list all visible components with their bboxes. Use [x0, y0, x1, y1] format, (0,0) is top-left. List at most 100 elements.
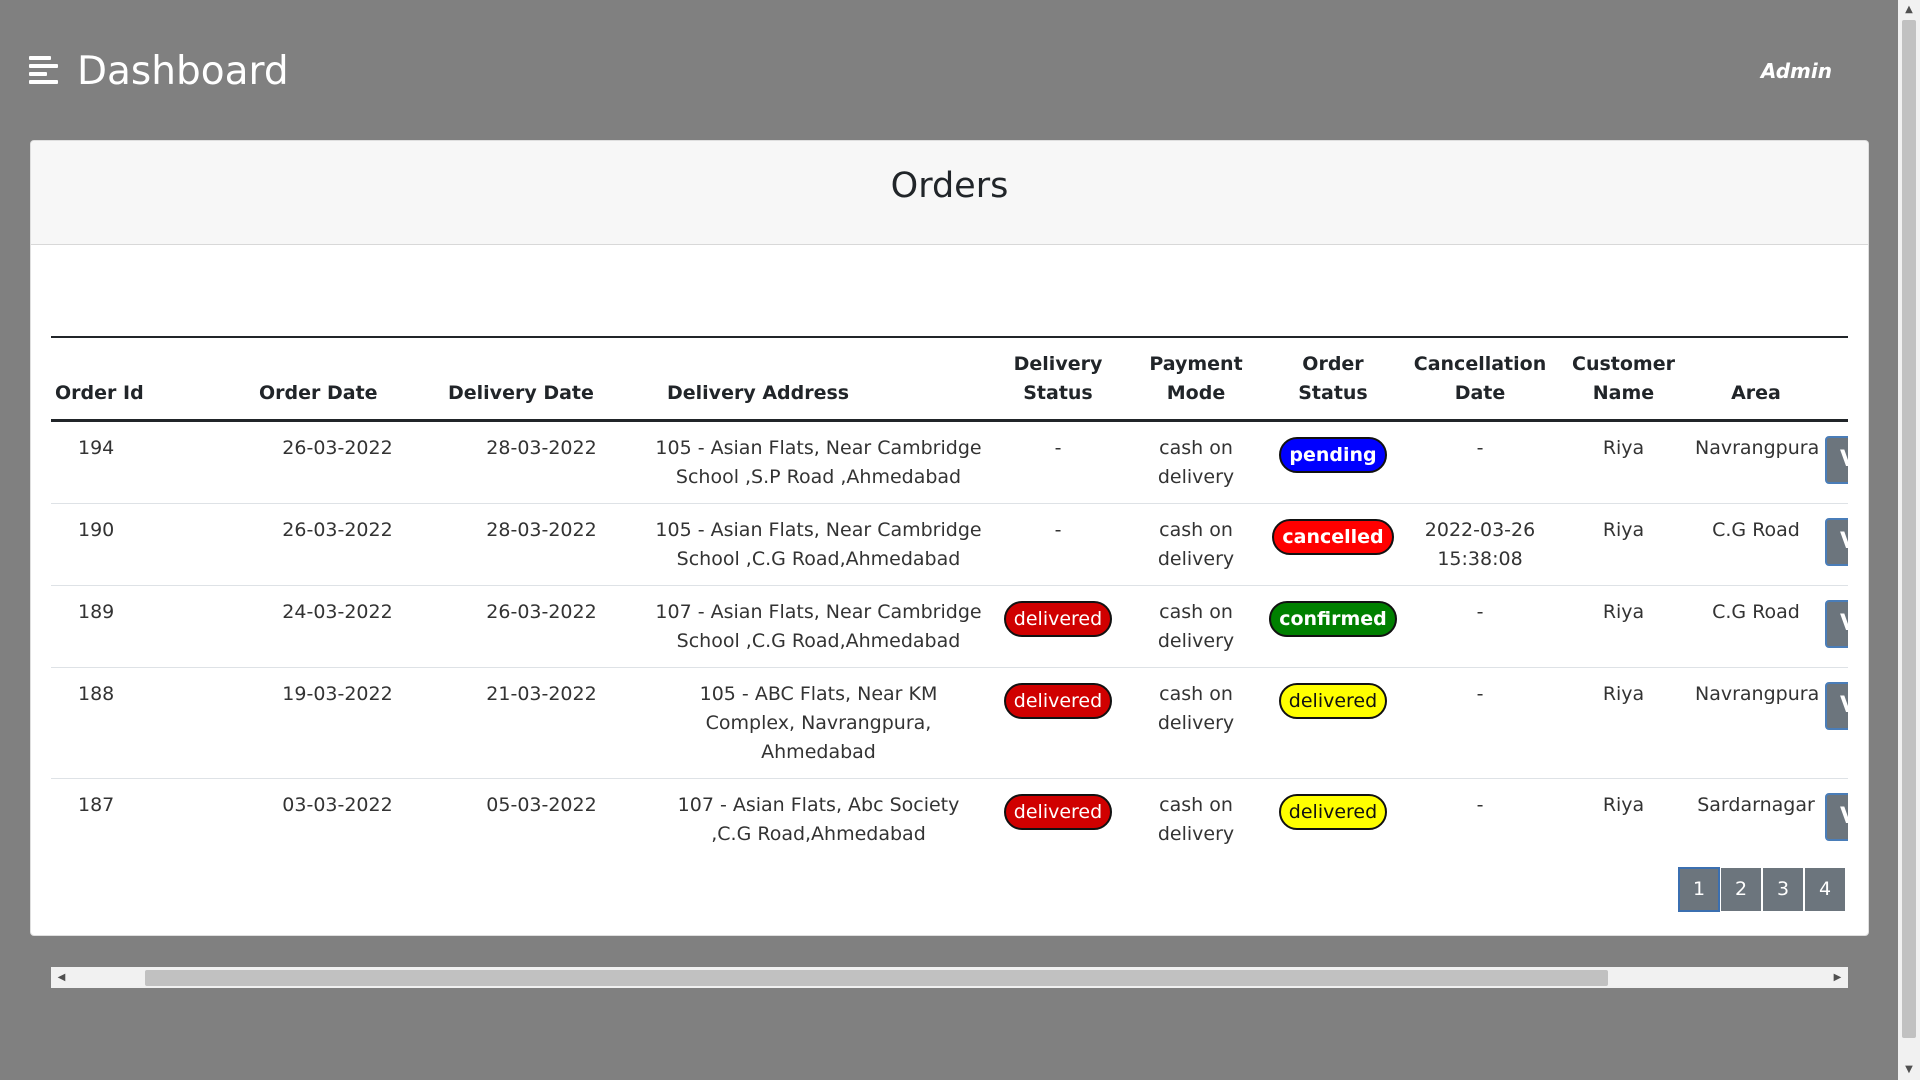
- customer-name-cell: Riya: [1556, 585, 1691, 668]
- delivery-address-cell: 105 - Asian Flats, Near Cambridge School…: [651, 420, 986, 504]
- delivery-date-cell: 28-03-2022: [432, 503, 651, 586]
- card-header: Orders: [31, 141, 1868, 245]
- cancellation-date-cell: -: [1404, 667, 1556, 779]
- delivery-status-badge: delivered: [1003, 683, 1113, 719]
- area-cell: C.G Road: [1691, 585, 1821, 668]
- chevron-right-icon[interactable]: ▶: [1827, 967, 1848, 988]
- pagination: 1234: [1678, 867, 1846, 912]
- menu-line: [29, 64, 58, 68]
- vertical-scroll-thumb[interactable]: [1902, 20, 1916, 1038]
- order-date-cell: 26-03-2022: [243, 420, 432, 504]
- customer-name-cell: Riya: [1556, 778, 1691, 848]
- customer-name-cell: Riya: [1556, 420, 1691, 504]
- chevron-up-icon[interactable]: ▲: [1898, 0, 1920, 20]
- customer-name-cell: Riya: [1556, 503, 1691, 586]
- col-header-actions: [1821, 337, 1848, 422]
- delivery-status-badge: delivered: [1003, 794, 1113, 830]
- actions-cell: V: [1821, 503, 1848, 586]
- order-date-cell: 24-03-2022: [243, 585, 432, 668]
- area-cell: C.G Road: [1691, 503, 1821, 586]
- table-row: 187 03-03-2022 05-03-2022 107 - Asian Flats…: [51, 778, 1848, 848]
- actions-cell: V: [1821, 585, 1848, 668]
- chevron-left-icon[interactable]: ◀: [51, 967, 72, 988]
- view-order-button[interactable]: V: [1825, 793, 1848, 841]
- order-date-cell: 26-03-2022: [243, 503, 432, 586]
- order-id-cell: 194: [51, 420, 243, 504]
- delivery-date-cell: 26-03-2022: [432, 585, 651, 668]
- col-header-customer-name: Customer Name: [1556, 337, 1691, 422]
- hamburger-menu-icon[interactable]: [29, 56, 58, 84]
- delivery-address-cell: 107 - Asian Flats, Near Cambridge School…: [651, 585, 986, 668]
- delivery-status-cell: delivered: [986, 778, 1130, 848]
- delivery-date-cell: 21-03-2022: [432, 667, 651, 779]
- delivery-date-cell: 28-03-2022: [432, 420, 651, 504]
- menu-line: [29, 56, 51, 60]
- order-date-cell: 19-03-2022: [243, 667, 432, 779]
- delivery-address-cell: 105 - Asian Flats, Near Cambridge School…: [651, 503, 986, 586]
- col-header-delivery-address: Delivery Address: [651, 337, 986, 422]
- col-header-delivery-date: Delivery Date: [432, 337, 651, 422]
- page-button-1[interactable]: 1: [1678, 867, 1720, 912]
- col-header-order-id: Order Id: [51, 337, 243, 422]
- view-order-button[interactable]: V: [1825, 518, 1848, 566]
- col-header-payment-mode: Payment Mode: [1130, 337, 1262, 422]
- cancellation-date-cell: -: [1404, 585, 1556, 668]
- delivery-status-cell: delivered: [986, 667, 1130, 779]
- menu-line: [29, 80, 58, 84]
- view-order-button[interactable]: V: [1825, 682, 1848, 730]
- chevron-down-icon[interactable]: ▼: [1898, 1060, 1920, 1080]
- payment-mode-cell: cash on delivery: [1130, 667, 1262, 779]
- horizontal-scroll-thumb[interactable]: [145, 970, 1608, 986]
- page-button-4[interactable]: 4: [1804, 867, 1846, 912]
- col-header-order-date: Order Date: [243, 337, 432, 422]
- orders-table-body: 194 26-03-2022 28-03-2022 105 - Asian Flats…: [51, 420, 1848, 848]
- area-cell: Navrangpura: [1691, 420, 1821, 504]
- admin-user-link[interactable]: Admin: [1761, 56, 1832, 86]
- order-id-cell: 187: [51, 778, 243, 848]
- table-row: 194 26-03-2022 28-03-2022 105 - Asian Flats…: [51, 420, 1848, 504]
- horizontal-scrollbar[interactable]: ◀ ▶: [51, 967, 1848, 988]
- order-status-badge: pending: [1279, 437, 1387, 473]
- payment-mode-cell: cash on delivery: [1130, 585, 1262, 668]
- order-status-badge: confirmed: [1269, 601, 1397, 637]
- vertical-scrollbar[interactable]: ▲ ▼: [1898, 0, 1920, 1080]
- delivery-status-cell: -: [986, 420, 1130, 504]
- menu-line: [29, 72, 47, 76]
- order-status-badge: delivered: [1278, 683, 1388, 719]
- table-header-row: Order Id Order Date Delivery Date Delive…: [51, 337, 1848, 422]
- order-status-badge: cancelled: [1272, 519, 1394, 555]
- col-header-area: Area: [1691, 337, 1821, 422]
- page-button-2[interactable]: 2: [1720, 867, 1762, 912]
- order-status-badge: delivered: [1278, 794, 1388, 830]
- order-id-cell: 190: [51, 503, 243, 586]
- order-status-cell: confirmed: [1262, 585, 1404, 668]
- delivery-status-cell: delivered: [986, 585, 1130, 668]
- orders-title: Orders: [890, 165, 1009, 206]
- table-row: 190 26-03-2022 28-03-2022 105 - Asian Flats…: [51, 503, 1848, 586]
- order-status-cell: pending: [1262, 420, 1404, 504]
- page-title: Dashboard: [77, 49, 289, 94]
- view-order-button[interactable]: V: [1825, 600, 1848, 648]
- payment-mode-cell: cash on delivery: [1130, 420, 1262, 504]
- page-button-3[interactable]: 3: [1762, 867, 1804, 912]
- order-status-cell: delivered: [1262, 667, 1404, 779]
- cancellation-date-cell: -: [1404, 420, 1556, 504]
- col-header-order-status: Order Status: [1262, 337, 1404, 422]
- orders-table-container: Order Id Order Date Delivery Date Delive…: [51, 336, 1848, 848]
- delivery-address-cell: 105 - ABC Flats, Near KM Complex, Navran…: [651, 667, 986, 779]
- cancellation-date-cell: -: [1404, 778, 1556, 848]
- view-order-button[interactable]: V: [1825, 436, 1848, 484]
- customer-name-cell: Riya: [1556, 667, 1691, 779]
- order-status-cell: delivered: [1262, 778, 1404, 848]
- actions-cell: V: [1821, 667, 1848, 779]
- order-status-cell: cancelled: [1262, 503, 1404, 586]
- delivery-address-cell: 107 - Asian Flats, Abc Society ,C.G Road…: [651, 778, 986, 848]
- delivery-status-badge: delivered: [1003, 601, 1113, 637]
- order-date-cell: 03-03-2022: [243, 778, 432, 848]
- delivery-date-cell: 05-03-2022: [432, 778, 651, 848]
- col-header-delivery-status: Delivery Status: [986, 337, 1130, 422]
- payment-mode-cell: cash on delivery: [1130, 778, 1262, 848]
- actions-cell: V: [1821, 778, 1848, 848]
- actions-cell: V: [1821, 420, 1848, 504]
- payment-mode-cell: cash on delivery: [1130, 503, 1262, 586]
